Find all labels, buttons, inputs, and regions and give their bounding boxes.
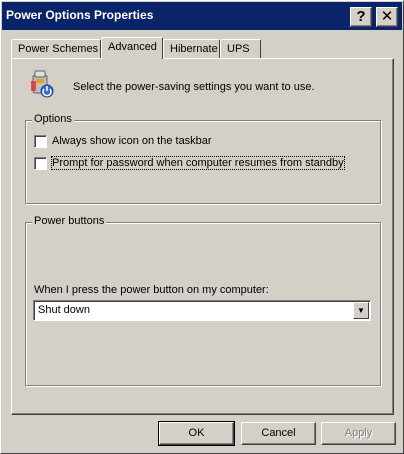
always-show-icon-label[interactable]: Always show icon on the taskbar: [52, 135, 212, 147]
prompt-password-checkbox[interactable]: [34, 157, 47, 170]
close-button[interactable]: ✕: [376, 7, 398, 27]
intro-text: Select the power-saving settings you wan…: [73, 81, 315, 93]
apply-button-label: Apply: [344, 427, 373, 439]
power-button-action-dropdown[interactable]: Shut down ▼: [33, 300, 371, 321]
power-buttons-group-title: Power buttons: [32, 215, 107, 227]
help-button[interactable]: ?: [350, 7, 372, 27]
window-title: Power Options Properties: [6, 8, 154, 22]
cancel-button[interactable]: Cancel: [241, 422, 316, 445]
always-show-icon-checkbox[interactable]: [34, 135, 47, 148]
title-bar[interactable]: Power Options Properties ? ✕: [2, 2, 402, 30]
power-button-action-value: Shut down: [38, 304, 90, 316]
tab-strip: Power Schemes Advanced Hibernate UPS: [11, 37, 395, 59]
options-group-title: Options: [32, 113, 74, 125]
tab-power-schemes[interactable]: Power Schemes: [11, 39, 101, 58]
ok-button[interactable]: OK: [158, 421, 235, 446]
dropdown-arrow-icon[interactable]: ▼: [353, 302, 369, 319]
ok-button-label: OK: [188, 427, 205, 439]
tab-advanced[interactable]: Advanced: [101, 37, 163, 59]
tab-hibernate[interactable]: Hibernate: [163, 39, 220, 58]
prompt-password-label[interactable]: Prompt for password when computer resume…: [51, 156, 345, 170]
tab-ups[interactable]: UPS: [220, 39, 261, 58]
cancel-button-label: Cancel: [261, 427, 296, 439]
power-button-prompt: When I press the power button on my comp…: [34, 284, 269, 296]
power-options-window: Power Options Properties ? ✕ Power Schem…: [0, 0, 404, 454]
power-options-icon: [31, 70, 54, 98]
apply-button: Apply: [321, 422, 396, 445]
